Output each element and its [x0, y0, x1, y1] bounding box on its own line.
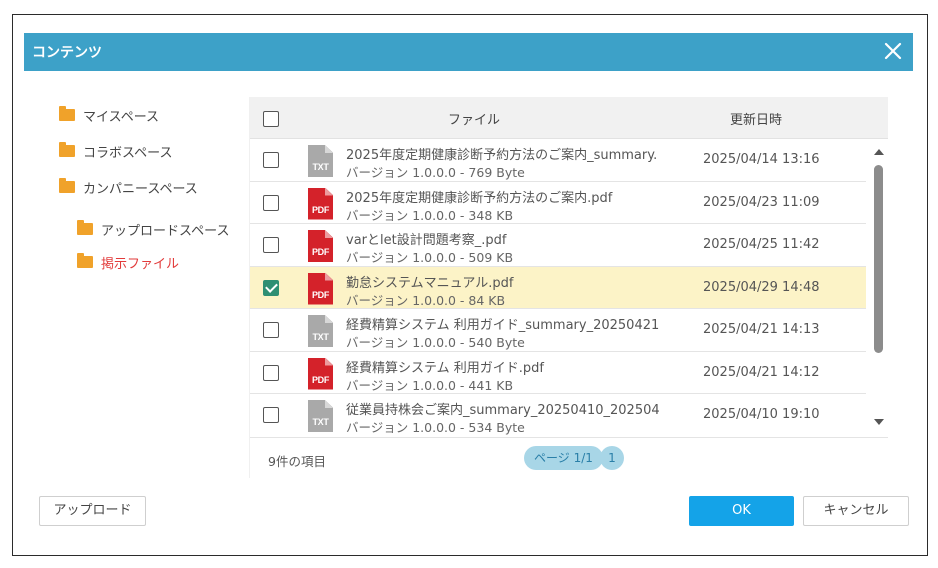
file-date: 2025/04/21 14:12 — [703, 364, 820, 380]
txt-file-icon: TXT — [308, 315, 333, 347]
row-checkbox[interactable] — [263, 237, 279, 253]
tree-item-company-space[interactable]: カンパニースペース — [59, 176, 198, 198]
file-date: 2025/04/29 14:48 — [703, 279, 820, 295]
dialog-title: コンテンツ — [32, 45, 102, 61]
row-checkbox[interactable] — [263, 407, 279, 423]
file-meta: バージョン 1.0.0.0 - 769 Byte — [346, 165, 525, 180]
file-meta: バージョン 1.0.0.0 - 84 KB — [346, 292, 506, 308]
table-row[interactable]: TXT 経費精算システム 利用ガイド_summary_20250421 バージョ… — [250, 309, 866, 352]
page-indicator[interactable]: ページ 1/1 — [524, 446, 603, 470]
pdf-file-icon: PDF — [308, 230, 333, 262]
file-panel: ファイル 更新日時 TXT 2025年度定期健康診断予約方法のご案内_summa… — [250, 97, 888, 478]
tree-item-bulletin-files[interactable]: 掲示ファイル — [77, 251, 179, 273]
file-name: 勤怠システムマニュアル.pdf — [346, 275, 514, 291]
table-header: ファイル 更新日時 — [250, 97, 888, 139]
column-header-updated[interactable]: 更新日時 — [730, 109, 782, 128]
folder-icon — [59, 106, 75, 121]
scrollbar-thumb[interactable] — [874, 165, 883, 353]
file-date: 2025/04/23 11:09 — [703, 194, 820, 210]
file-date: 2025/04/14 13:16 — [703, 152, 820, 167]
file-meta: バージョン 1.0.0.0 - 540 Byte — [346, 335, 525, 350]
file-name: 2025年度定期健康診断予約方法のご案内_summary. — [346, 148, 658, 163]
row-checkbox[interactable] — [263, 279, 279, 296]
file-meta: バージョン 1.0.0.0 - 534 Byte — [346, 420, 525, 435]
cancel-button[interactable]: キャンセル — [803, 496, 909, 526]
item-count: 9件の項目 — [268, 454, 326, 469]
tree-item-label: 掲示ファイル — [101, 256, 180, 272]
tree-item-label: アップロードスペース — [101, 223, 230, 239]
page-number-button[interactable]: 1 — [600, 446, 624, 470]
scrollbar[interactable] — [870, 139, 888, 435]
file-name: 従業員持株会ご案内_summary_20250410_202504 — [346, 403, 660, 418]
file-list: TXT 2025年度定期健康診断予約方法のご案内_summary. バージョン … — [250, 139, 866, 435]
close-icon[interactable] — [879, 37, 907, 65]
tree-item-my-space[interactable]: マイスペース — [59, 104, 159, 126]
row-checkbox[interactable] — [263, 322, 279, 338]
file-name: 経費精算システム 利用ガイド_summary_20250421 — [346, 318, 660, 333]
file-date: 2025/04/25 11:42 — [703, 237, 820, 252]
tree-item-upload-space[interactable]: アップロードスペース — [77, 218, 229, 240]
row-checkbox[interactable] — [263, 152, 279, 168]
scroll-down-icon[interactable] — [874, 419, 884, 425]
select-all-checkbox[interactable] — [263, 111, 279, 127]
row-checkbox[interactable] — [263, 364, 279, 381]
tree-item-label: カンパニースペース — [83, 181, 198, 197]
table-row[interactable]: TXT 2025年度定期健康診断予約方法のご案内_summary. バージョン … — [250, 139, 866, 182]
tree-item-label: コラボスペース — [83, 145, 173, 161]
tree-item-label: マイスペース — [83, 109, 160, 125]
scroll-up-icon[interactable] — [874, 149, 884, 155]
file-date: 2025/04/10 19:10 — [703, 407, 820, 422]
tree-item-collab-space[interactable]: コラボスペース — [59, 140, 172, 162]
table-row-selected[interactable]: PDF 勤怠システムマニュアル.pdf バージョン 1.0.0.0 - 84 K… — [250, 266, 866, 309]
file-name: 経費精算システム 利用ガイド.pdf — [346, 360, 544, 376]
column-header-file[interactable]: ファイル — [448, 109, 500, 128]
dialog-titlebar: コンテンツ — [24, 33, 913, 71]
file-name: varとlet設計問題考察_.pdf — [346, 233, 507, 248]
table-footer: 9件の項目 ページ 1/1 1 — [250, 437, 888, 478]
upload-button[interactable]: アップロード — [39, 496, 146, 526]
pdf-file-icon: PDF — [308, 357, 333, 390]
file-meta: バージョン 1.0.0.0 - 441 KB — [346, 377, 514, 393]
folder-icon — [77, 220, 93, 235]
row-checkbox[interactable] — [263, 194, 279, 211]
table-row[interactable]: PDF 2025年度定期健康診断予約方法のご案内.pdf バージョン 1.0.0… — [250, 181, 866, 224]
table-row[interactable]: TXT 従業員持株会ご案内_summary_20250410_202504 バー… — [250, 394, 866, 435]
folder-icon — [59, 142, 75, 157]
folder-icon — [59, 178, 75, 193]
pdf-file-icon: PDF — [308, 272, 333, 305]
file-meta: バージョン 1.0.0.0 - 348 KB — [346, 207, 514, 223]
file-meta: バージョン 1.0.0.0 - 509 KB — [346, 250, 514, 265]
pdf-file-icon: PDF — [308, 187, 333, 220]
ok-button[interactable]: OK — [689, 496, 794, 526]
folder-icon — [77, 253, 93, 268]
table-row[interactable]: PDF 経費精算システム 利用ガイド.pdf バージョン 1.0.0.0 - 4… — [250, 351, 866, 394]
file-date: 2025/04/21 14:13 — [703, 322, 820, 337]
file-name: 2025年度定期健康診断予約方法のご案内.pdf — [346, 190, 613, 206]
txt-file-icon: TXT — [308, 145, 333, 177]
table-row[interactable]: PDF varとlet設計問題考察_.pdf バージョン 1.0.0.0 - 5… — [250, 224, 866, 267]
txt-file-icon: TXT — [308, 400, 333, 432]
